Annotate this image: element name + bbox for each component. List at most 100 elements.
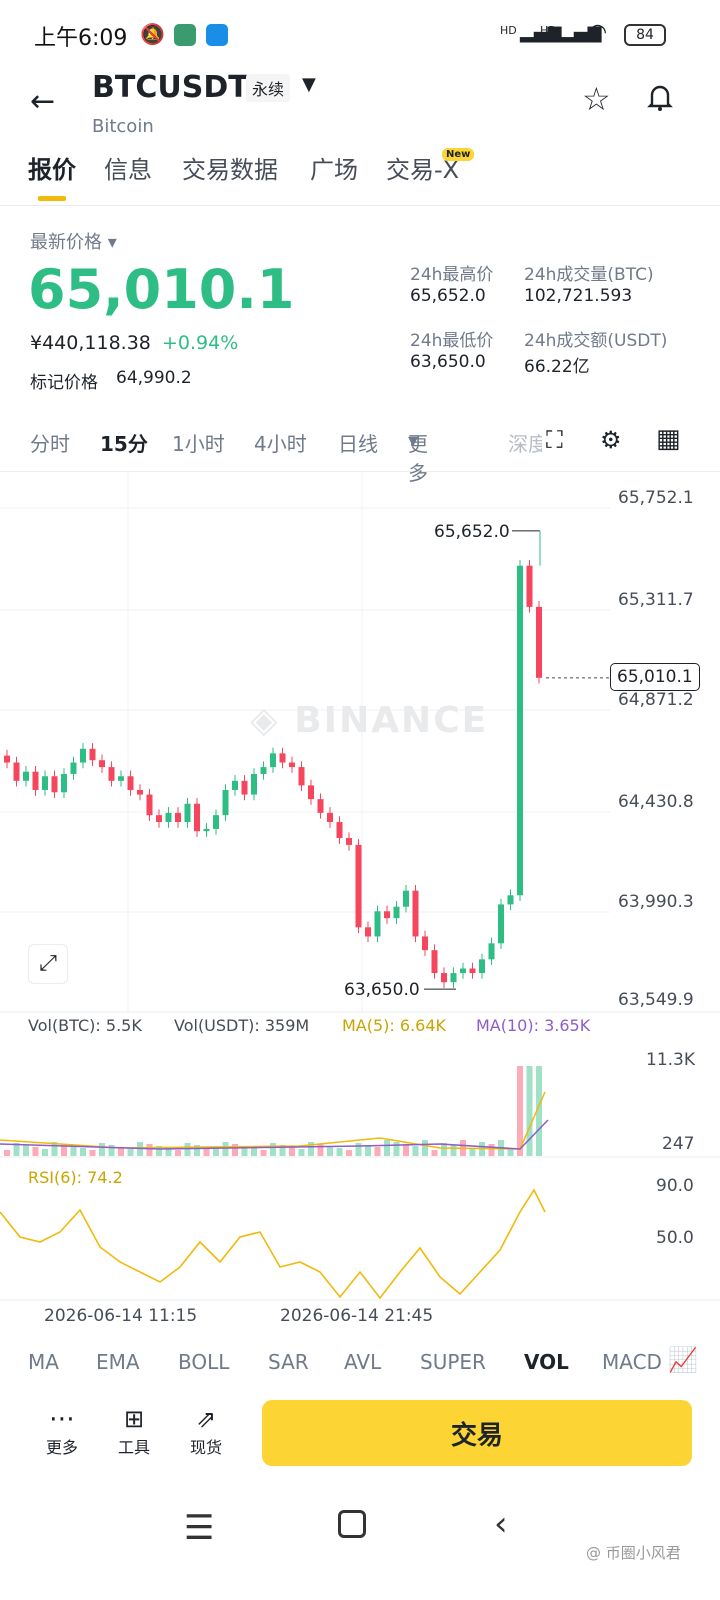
ind-ma[interactable]: MA [28,1350,59,1374]
mute-icon: 🔕 [140,22,165,46]
status-time: 上午6:09 [34,26,128,51]
candle-body [308,785,314,800]
chart-settings-icon[interactable]: ⚙ [600,426,622,454]
wifi-icon: ◠ [588,20,608,45]
bell-icon[interactable] [645,82,675,112]
candle-body [184,803,191,823]
back-nav-icon[interactable]: ‹ [494,1504,508,1544]
ind-ema[interactable]: EMA [96,1350,140,1374]
ind-sar[interactable]: SAR [268,1350,309,1374]
cny-price: ¥440,118.38 [30,332,151,354]
trade-button[interactable]: 交易 [262,1400,692,1466]
vol-usdt-label: 24h成交额(USDT) [524,331,668,351]
system-nav-bar: ☰ ‹ @ 币圈小风君 [0,1500,720,1600]
volume-bar [260,1150,267,1156]
current-price-tag: 65,010.1 [610,663,700,691]
candle-body [469,968,476,974]
volume-bar [146,1144,153,1156]
ma5-legend: MA(5): 6.64K [342,1016,447,1035]
candle-body [317,799,324,813]
tab-quote[interactable]: 报价 [28,150,76,185]
symbol-dropdown-icon[interactable]: ▼ [302,74,316,95]
rsi-axis-50: 50.0 [656,1228,694,1248]
tab-trade-data[interactable]: 交易数据 [182,150,278,185]
rsi-axis-90: 90.0 [656,1176,694,1196]
home-nav-icon[interactable] [338,1510,366,1538]
tools-button[interactable]: ⊞ 工具 [104,1404,164,1458]
ind-boll[interactable]: BOLL [178,1350,229,1374]
symbol-title[interactable]: BTCUSDT [92,70,249,105]
kline-svg[interactable] [0,472,720,1332]
vol-btc-label: 24h成交量(BTC) [524,265,654,285]
timeframe-bar: 分时 15分 1小时 4小时 日线 更多 ▾ 深度 ⛶ ⚙ ▦ [0,424,720,485]
symbol-subtitle: Bitcoin [92,116,154,137]
ind-macd[interactable]: MACD [602,1350,662,1374]
candle-body [460,968,466,974]
candle-body [488,943,495,960]
candle-body [80,748,86,763]
tf-depth[interactable]: 深度 [508,428,542,457]
tab-info[interactable]: 信息 [104,150,152,185]
candle-body [260,767,267,774]
back-arrow-icon[interactable]: ← [30,84,55,119]
volume-bar [70,1146,77,1156]
volume-bar [32,1147,39,1156]
ind-super[interactable]: SUPER [420,1350,486,1374]
more-dots-icon: ⋯ [49,1404,75,1434]
shield-app-icon [174,24,196,46]
candle-body [165,812,172,823]
high-marker: 65,652.0 [434,522,510,542]
ind-vol[interactable]: VOL [524,1350,569,1374]
volume-bar [80,1148,86,1156]
more-label: 更多 [45,1438,78,1457]
candle-body [384,911,390,919]
indicator-settings-icon[interactable]: 📈 [668,1346,698,1374]
tf-more[interactable]: 更多 ▾ [408,428,428,485]
candle-body [336,822,343,839]
candle-body [61,773,67,793]
tf-4h[interactable]: 4小时 [254,428,307,457]
tools-icon: ⊞ [123,1405,145,1433]
volume-bar [488,1144,495,1156]
candle-body [51,776,58,793]
volume-bar [184,1143,191,1156]
candle-body [32,771,39,790]
volume-bar [213,1149,219,1156]
mark-price: 64,990.2 [116,368,192,388]
kline-chart[interactable]: ◈ BINANCE 65,752.1 65,311.7 64,871.2 64,… [0,472,720,1332]
binance-watermark: ◈ BINANCE [250,700,489,741]
volume-bar [251,1148,257,1156]
low-marker: 63,650.0 [344,980,420,1000]
chart-mode-icon[interactable]: ⛶ [546,426,563,454]
menu-nav-icon[interactable]: ☰ [184,1508,214,1548]
rsi-line [0,1188,546,1300]
star-icon[interactable]: ☆ [582,80,611,118]
last-price-label[interactable]: 最新价格 ▾ [30,228,117,254]
fullscreen-icon[interactable]: ⤢ [28,944,68,984]
candle-body [118,776,124,781]
tf-line[interactable]: 分时 [30,428,70,457]
tf-15m[interactable]: 15分 [100,428,148,457]
spot-label: 现货 [189,1438,222,1457]
candle-body [355,844,362,928]
volume-bar [42,1149,48,1156]
high-value: 65,652.0 [410,286,486,306]
ma10-legend: MA(10): 3.65K [476,1016,591,1035]
volume-bar [89,1150,96,1156]
grid-layout-icon[interactable]: ▦ [656,424,681,454]
price-summary: 最新价格 ▾ 65,010.1 ¥440,118.38 +0.94% 标记价格 … [0,212,720,412]
volume-bar [412,1146,419,1156]
price-axis-2: 64,871.2 [618,690,694,710]
candle-body [327,812,333,823]
candle-body [393,906,400,919]
candle-body [498,904,504,944]
ind-avl[interactable]: AVL [344,1350,381,1374]
tab-square[interactable]: 广场 [310,150,358,185]
volume-bar [232,1144,238,1156]
tf-1d[interactable]: 日线 [338,428,378,457]
more-button[interactable]: ⋯ 更多 [32,1404,92,1458]
tf-1h[interactable]: 1小时 [172,428,225,457]
spot-button[interactable]: ⇗ 现货 [176,1404,236,1458]
volume-bar [23,1145,29,1156]
time-axis-1: 2026-06-14 21:45 [280,1306,434,1326]
